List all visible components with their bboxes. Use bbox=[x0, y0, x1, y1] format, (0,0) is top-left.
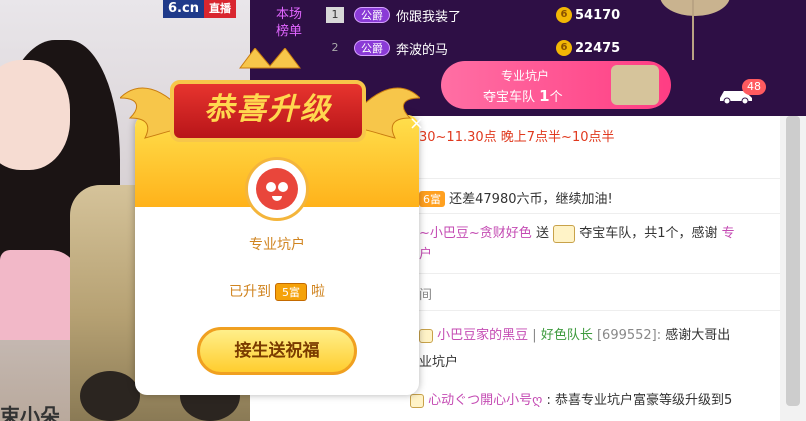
truck-wheel bbox=[80, 371, 140, 421]
live-tag: 直播 bbox=[203, 0, 236, 18]
popup-upgrade-text: 已升到 5富啦 bbox=[135, 281, 419, 301]
gift-action: 送 bbox=[535, 226, 549, 241]
ranking-label: 本场榜单 bbox=[275, 7, 302, 39]
msg-sender[interactable]: 心动ぐつ開心小号ღ bbox=[428, 393, 542, 408]
car-count-badge: 48 bbox=[742, 79, 766, 95]
msg-text: : 恭喜专业坑户富豪等级升级到5 bbox=[546, 393, 733, 408]
treasure-car-icon bbox=[553, 224, 576, 243]
banner-gift-unit: 个 bbox=[549, 90, 563, 105]
time-line: 间 bbox=[419, 288, 433, 303]
msg-user-id: [699552]: bbox=[596, 328, 662, 343]
banner-gift: 夺宝车队 1个 bbox=[483, 86, 563, 105]
rank-username: 奔波的马 bbox=[396, 42, 449, 58]
site-logo[interactable]: 6.cn 直播 bbox=[163, 0, 236, 18]
coin-icon: 6 bbox=[556, 40, 572, 56]
banner-sender: 专业坑户 bbox=[501, 69, 550, 83]
user-badge-icon bbox=[419, 328, 433, 343]
level-badge: 6富 bbox=[419, 191, 445, 207]
gift-recipient-cont[interactable]: 户 bbox=[419, 243, 432, 262]
rank-number: 1 bbox=[326, 7, 344, 23]
balloon-string bbox=[692, 0, 694, 60]
avatar-logo-icon bbox=[256, 168, 298, 210]
divider bbox=[415, 213, 780, 214]
close-icon[interactable]: × bbox=[409, 113, 424, 134]
treasure-car-icon bbox=[611, 65, 659, 105]
streamer-face bbox=[0, 60, 70, 170]
divider bbox=[415, 178, 780, 179]
level-badge: 5富 bbox=[275, 283, 307, 301]
streamer-name: 束小朵 bbox=[0, 404, 60, 421]
msg-group: 好色队长 bbox=[540, 328, 593, 343]
send-blessing-button[interactable]: 接生送祝福 bbox=[197, 327, 357, 375]
schedule-text: 30~11.30点 晚上7点半~10点半 bbox=[419, 130, 615, 145]
gift-sender[interactable]: ~小巴豆~贪财好色 bbox=[419, 226, 532, 241]
ranking-row[interactable]: 1 公爵 你跟我装了 6 54170 bbox=[326, 5, 620, 25]
rank-coins: 22475 bbox=[575, 40, 621, 56]
chat-line-msg-2: 心动ぐつ開心小号ღ : 恭喜专业坑户富豪等级升级到5 bbox=[410, 389, 732, 408]
msg-text-cont: 业坑户 bbox=[419, 355, 459, 370]
popup-title: 恭喜升级 bbox=[170, 80, 366, 142]
streamer-shirt bbox=[0, 250, 80, 340]
scroll-thumb[interactable] bbox=[786, 116, 800, 406]
chat-line-rank: 6富 还差47980六币，继续加油! bbox=[419, 188, 613, 207]
gift-recipient[interactable]: 专 bbox=[722, 226, 735, 241]
upgrade-prefix: 已升到 bbox=[229, 284, 271, 300]
rank-username: 你跟我装了 bbox=[396, 9, 462, 25]
avatar-eye bbox=[278, 182, 288, 192]
banner-gift-count: 1 bbox=[539, 87, 550, 105]
gift-description: 夺宝车队，共1个，感谢 bbox=[579, 226, 718, 241]
coin-icon: 6 bbox=[556, 7, 572, 23]
user-badge-icon bbox=[410, 393, 424, 408]
chat-line-msg: 小巴豆家的黑豆 | 好色队长 [699552]: 感谢大哥出 bbox=[419, 324, 730, 343]
divider bbox=[415, 310, 780, 311]
gift-banner[interactable]: 专业坑户 夺宝车队 1个 bbox=[441, 61, 671, 109]
rank-progress-text: 还差47980六币，继续加油! bbox=[449, 192, 613, 207]
msg-sender[interactable]: 小巴豆家的黑豆 bbox=[437, 328, 528, 343]
upgrade-suffix: 啦 bbox=[311, 284, 325, 300]
divider bbox=[415, 273, 780, 274]
chat-line-gift: ~小巴豆~贪财好色 送 夺宝车队，共1个，感谢 专 bbox=[419, 222, 735, 243]
avatar-mouth bbox=[272, 196, 282, 201]
chat-scrollbar[interactable] bbox=[780, 116, 806, 421]
banner-gift-name: 夺宝车队 bbox=[483, 90, 540, 105]
avatar-eye bbox=[266, 182, 276, 192]
msg-text: 感谢大哥出 bbox=[665, 328, 731, 343]
duke-badge: 公爵 bbox=[354, 7, 390, 23]
rank-coins: 54170 bbox=[575, 7, 621, 23]
site-logo-text: 6.cn bbox=[163, 0, 204, 18]
popup-username: 专业坑户 bbox=[249, 237, 305, 253]
